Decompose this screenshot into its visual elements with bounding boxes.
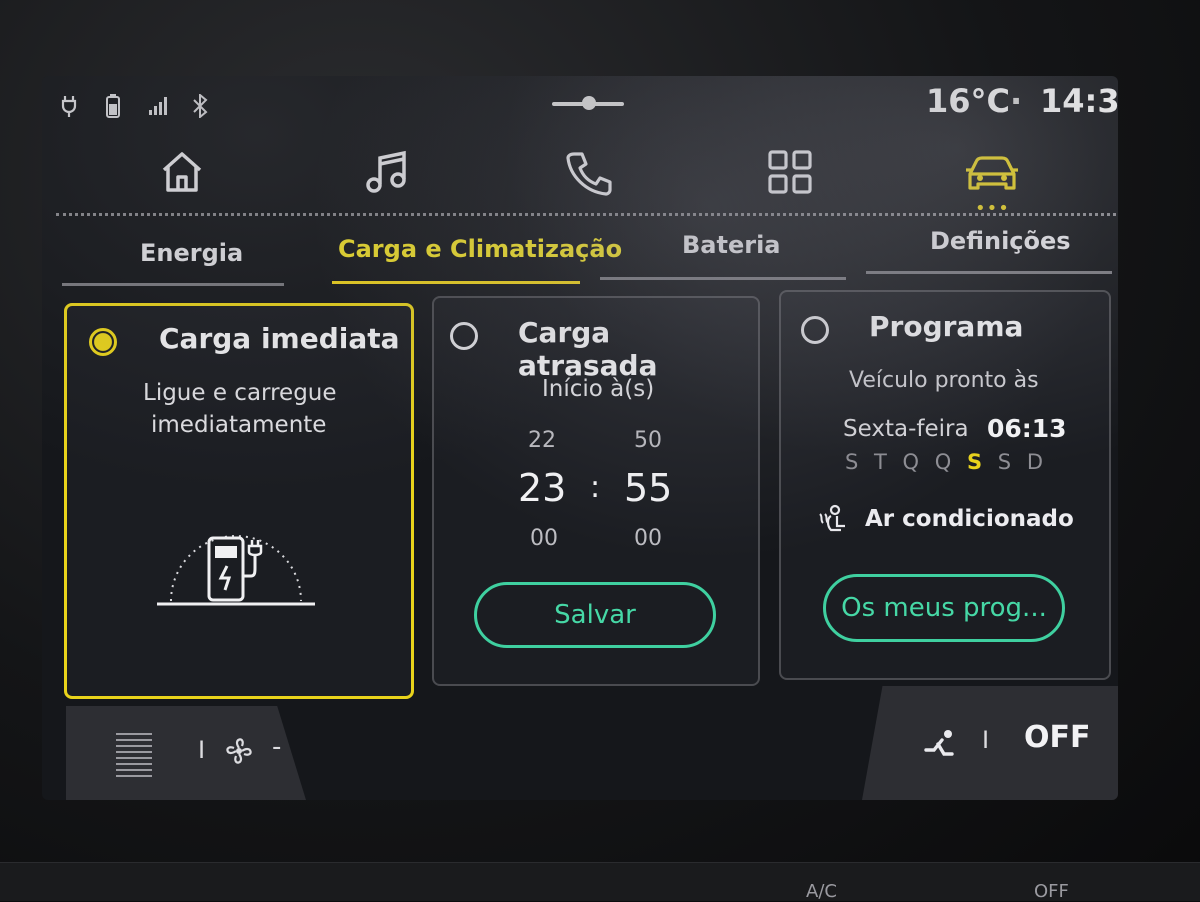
phone-icon[interactable] xyxy=(560,144,616,200)
card-carga-atrasada[interactable]: Carga atrasada Início à(s) 22 23 00 : 50… xyxy=(432,296,760,686)
off-physical-button[interactable]: OFF xyxy=(1034,881,1069,902)
clock: 14:31 xyxy=(1040,82,1118,120)
hour-prev[interactable]: 22 xyxy=(528,428,556,453)
card-title: Carga atrasada xyxy=(518,316,658,382)
weekday-fri-active: S xyxy=(966,450,983,474)
main-nav xyxy=(42,136,1118,206)
weekday-row: S T Q Q S S D xyxy=(845,450,1043,474)
signal-icon xyxy=(148,94,170,121)
charging-plug-icon xyxy=(60,94,78,123)
physical-button-strip: A/C OFF xyxy=(0,862,1200,902)
air-conditioning-icon xyxy=(817,504,851,538)
climate-off-status[interactable]: OFF xyxy=(1024,720,1091,755)
weekday-sat: S xyxy=(997,450,1012,474)
climate-right-panel: I OFF xyxy=(862,686,1118,800)
status-bar: 16°C · 14:31 xyxy=(42,76,1118,134)
climate-left-panel: I - xyxy=(66,706,306,800)
minute-value[interactable]: 55 xyxy=(624,466,672,510)
tab-energia-underline xyxy=(62,283,284,286)
card-carga-imediata[interactable]: Carga imediata Ligue e carregue imediata… xyxy=(64,303,414,699)
minute-next[interactable]: 00 xyxy=(634,526,662,551)
bluetooth-icon xyxy=(192,92,208,123)
card-description-line2: imediatamente xyxy=(151,412,327,438)
tab-carga-climatizacao-underline xyxy=(332,281,580,284)
card-title: Carga imediata xyxy=(159,322,400,355)
seat-heating-icon[interactable] xyxy=(116,730,152,786)
outside-temperature: 16°C xyxy=(926,82,1011,120)
program-time: 06:13 xyxy=(987,414,1067,443)
home-icon[interactable] xyxy=(154,144,210,200)
status-separator: · xyxy=(1010,82,1023,120)
hour-next[interactable]: 00 xyxy=(530,526,558,551)
tab-definicoes-underline xyxy=(866,271,1112,274)
start-time-label: Início à(s) xyxy=(542,376,655,402)
weekday-sun: D xyxy=(1026,450,1043,474)
tab-definicoes[interactable]: Definições xyxy=(930,227,1071,255)
drag-handle-dot[interactable] xyxy=(582,96,596,110)
fan-speed-value[interactable]: - xyxy=(272,732,281,762)
tab-bar: Energia Carga e Climatização Bateria Def… xyxy=(42,221,1118,291)
ready-label: Veículo pronto às xyxy=(849,368,1039,393)
tab-energia[interactable]: Energia xyxy=(140,239,243,267)
card-title: Programa xyxy=(869,310,1024,343)
hour-value[interactable]: 23 xyxy=(518,466,566,510)
climate-left-divider: I xyxy=(198,736,206,764)
tab-carga-climatizacao[interactable]: Carga e Climatização xyxy=(338,235,622,263)
car-icon[interactable] xyxy=(962,144,1022,200)
ac-label: Ar condicionado xyxy=(865,506,1074,532)
climate-right-divider: I xyxy=(982,726,990,754)
radio-carga-atrasada[interactable] xyxy=(450,322,478,350)
weekday-tue: T xyxy=(874,450,887,474)
charging-station-icon xyxy=(151,506,321,616)
infotainment-screen: 16°C · 14:31 ••• Energia Carga e Climati… xyxy=(42,76,1118,800)
card-description-line1: Ligue e carregue xyxy=(143,380,337,406)
ac-physical-button[interactable]: A/C xyxy=(806,881,837,902)
weekday-thu: Q xyxy=(934,450,952,474)
apps-grid-icon[interactable] xyxy=(762,144,818,200)
fan-icon[interactable] xyxy=(222,734,256,772)
tab-bateria[interactable]: Bateria xyxy=(682,231,781,259)
music-icon[interactable] xyxy=(360,144,416,200)
save-button[interactable]: Salvar xyxy=(474,582,716,648)
battery-icon xyxy=(106,94,120,123)
minute-prev[interactable]: 50 xyxy=(634,428,662,453)
card-programa[interactable]: Programa Veículo pronto às Sexta-feira 0… xyxy=(779,290,1111,680)
radio-programa[interactable] xyxy=(801,316,829,344)
seat-airflow-icon[interactable] xyxy=(920,728,956,766)
tab-bateria-underline xyxy=(600,277,846,280)
time-colon: : xyxy=(590,470,601,505)
program-day: Sexta-feira xyxy=(843,416,969,442)
weekday-mon: S xyxy=(845,450,859,474)
nav-divider xyxy=(56,213,1116,216)
my-programs-button[interactable]: Os meus prog... xyxy=(823,574,1065,642)
weekday-wed: Q xyxy=(902,450,920,474)
radio-carga-imediata[interactable] xyxy=(89,328,117,356)
